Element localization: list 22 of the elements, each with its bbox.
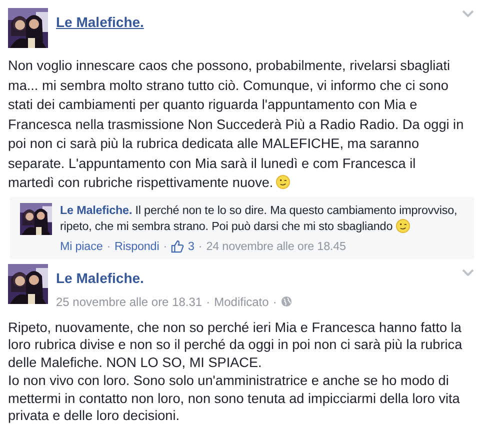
- separator-dot: ·: [206, 294, 210, 310]
- globe-icon[interactable]: [280, 296, 292, 307]
- author-link[interactable]: Le Malefiche.: [56, 268, 292, 288]
- post-meta: 25 novembre alle ore 18.31: [56, 294, 202, 310]
- like-count[interactable]: 3: [188, 238, 194, 254]
- comment-text: Le Malefiche. Il perché non te lo so dire. Ma questo cambiamento improvviso, ripeto, che mi sembra strano. Poi può darsi che mi sto sbagliando: [60, 204, 458, 232]
- comment-time: 24 novembre alle ore 18.45: [206, 238, 346, 254]
- chevron-down-icon[interactable]: [462, 10, 474, 18]
- separator-dot: ·: [198, 238, 202, 254]
- separator-dot: ·: [106, 238, 111, 254]
- author-link[interactable]: Le Malefiche.: [60, 204, 132, 216]
- separator-dot: ·: [272, 294, 277, 310]
- chevron-down-icon[interactable]: [462, 268, 474, 276]
- post-text: Non voglio innescare caos che possono, probabilmente, rivelarsi sbagliati ma... mi sembra molto strano tutto ciò. Comunque, vi informo che ci sono stati dei cambiamenti per quanto riguarda l'appuntamento con Mia e Francesca nella trasmissione Non Succederà Più a Radio Radio. Da oggi in poi non ci sarà più la rubrica dedicata alle MALEFICHE, ma saranno separate. L'appuntamento con Mia sarà il lunedì e com Francesca il martedì con rubriche rispettivamente nuove.: [8, 58, 464, 190]
- author-link[interactable]: Le Malefiche.: [56, 12, 144, 33]
- separator-dot: ·: [163, 238, 168, 254]
- comment-action-link[interactable]: Mi piace: [60, 238, 103, 254]
- thumbs-up-icon: [171, 240, 184, 253]
- post-text: Ripeto, nuovamente, che non so perché ieri Mia e Francesca hanno fatto la loro rubrica divise e non so il perché da oggi in poi non ci sarà più la rubrica delle Malefiche. NON LO SO, MI SPIACE.: [8, 320, 462, 370]
- post-meta: Modificato: [214, 294, 269, 310]
- post-text: Io non vivo con loro. Sono solo un'amministratrice e anche se ho modo di mettermi in contatto non loro, non sono tenuta ad impicciarmi della loro vita privata e delle loro decisioni.: [8, 372, 460, 424]
- comment-action-link[interactable]: Rispondi: [114, 238, 160, 254]
